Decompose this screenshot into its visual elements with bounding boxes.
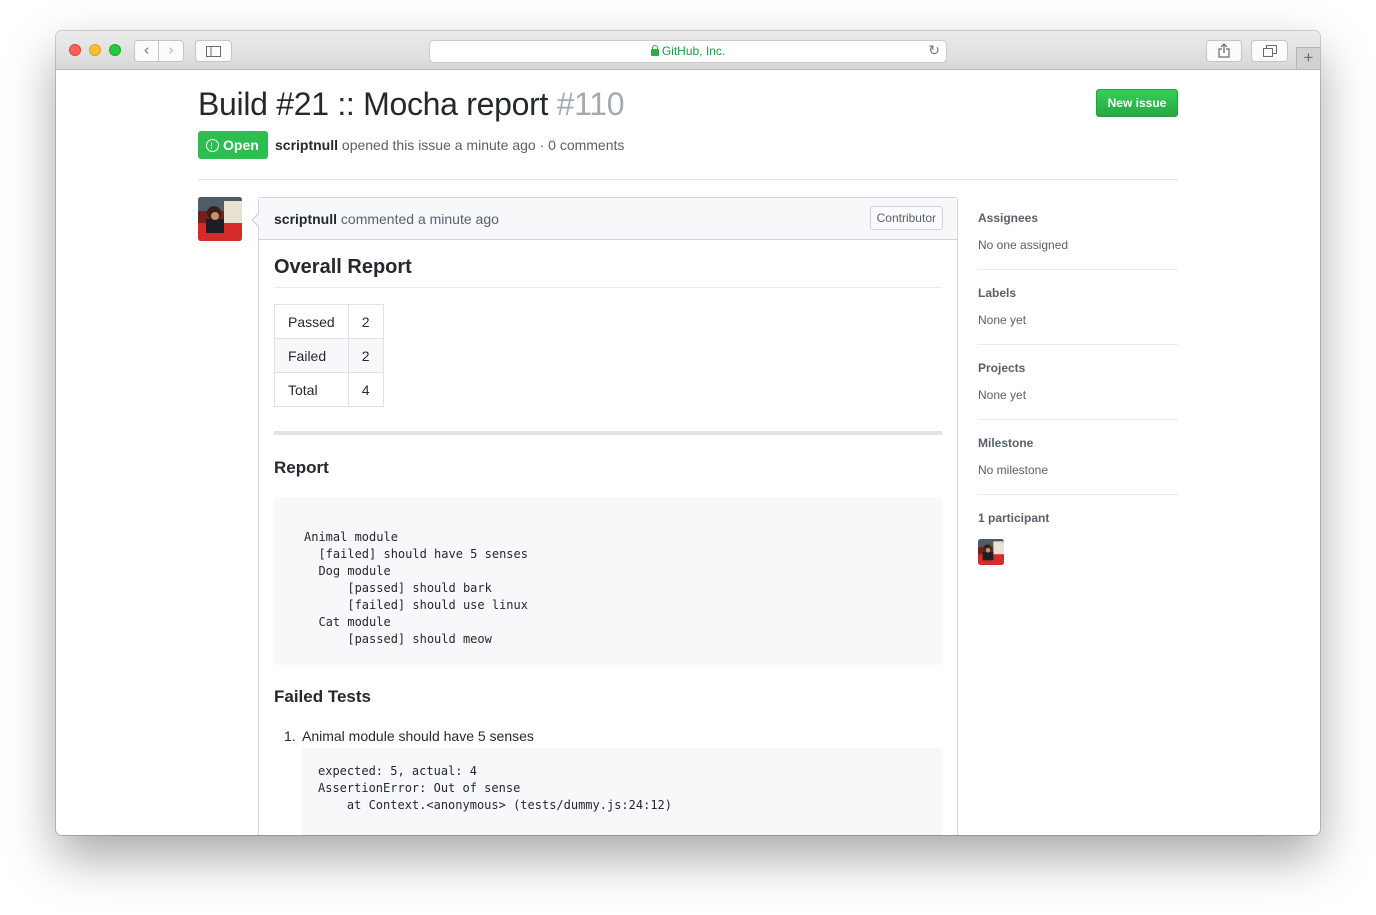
table-cell: Failed [274, 338, 349, 373]
participants-heading: 1 participant [978, 511, 1050, 525]
assignees-heading[interactable]: Assignees [978, 211, 1038, 225]
code-line: AssertionError: Out of sense [318, 781, 521, 795]
failed-test-title: Animal module should have 5 senses [302, 728, 534, 744]
report-code-block: Animal module [failed] should have 5 sen… [274, 497, 942, 665]
projects-section: Projects None yet [978, 347, 1178, 420]
issue-title: Build #21 :: Mocha report #110 [198, 86, 625, 123]
reload-icon[interactable]: ↻ [928, 41, 940, 62]
code-line: [passed] should meow [304, 632, 492, 646]
projects-value: None yet [978, 388, 1027, 402]
new-issue-button[interactable]: New issue [1096, 89, 1178, 117]
list-item: 1. Animal module should have 5 senses [284, 728, 534, 744]
show-tabs-button[interactable] [1251, 40, 1288, 62]
milestone-heading[interactable]: Milestone [978, 436, 1033, 450]
assignees-value: No one assigned [978, 238, 1069, 252]
code-line: [failed] should have 5 senses [304, 547, 528, 561]
tabs-icon [1262, 45, 1277, 57]
plus-icon: + [1303, 48, 1314, 67]
author-avatar[interactable] [198, 197, 242, 241]
code-line: expected: 5, actual: 4 [318, 764, 477, 778]
share-icon [1218, 43, 1230, 58]
issue-meta-text: opened this issue a minute ago · 0 comme… [341, 137, 625, 153]
show-sidebar-button[interactable] [195, 40, 232, 62]
table-cell: Total [274, 372, 349, 407]
participant-avatar[interactable] [978, 539, 1004, 565]
sidebar-icon [206, 46, 221, 57]
labels-section: Labels None yet [978, 272, 1178, 345]
code-line: Animal module [304, 530, 398, 544]
share-button[interactable] [1206, 40, 1242, 62]
issue-state-badge: Open [198, 131, 268, 159]
new-tab-button[interactable]: + [1296, 47, 1320, 69]
code-line: Cat module [304, 615, 391, 629]
list-item-number: 1. [284, 728, 296, 744]
participants-section: 1 participant [978, 497, 1178, 577]
table-cell: 2 [347, 338, 384, 373]
table-row: Failed 2 [274, 338, 384, 373]
failed-tests-heading: Failed Tests [274, 687, 371, 706]
avatar-image [978, 539, 1004, 565]
projects-heading[interactable]: Projects [978, 361, 1025, 375]
comment-meta: scriptnull commented a minute ago [274, 211, 499, 227]
milestone-value: No milestone [978, 463, 1049, 477]
minimize-window-button[interactable] [89, 44, 101, 56]
issue-title-text: Build #21 :: Mocha report [198, 86, 549, 122]
assignees-section: Assignees No one assigned [978, 197, 1178, 270]
labels-heading[interactable]: Labels [978, 286, 1016, 300]
summary-table: Passed 2 Failed 2 Total 4 [274, 304, 384, 407]
issue-author-link[interactable]: scriptnull [275, 137, 338, 153]
close-window-button[interactable] [69, 44, 81, 56]
address-text: GitHub, Inc. [661, 44, 726, 58]
labels-value: None yet [978, 313, 1027, 327]
comment-timestamp[interactable]: commented a minute ago [341, 211, 499, 227]
comment-body: Overall Report Passed 2 Failed 2 Total 4 [274, 256, 942, 835]
zoom-window-button[interactable] [109, 44, 121, 56]
issue-opened-icon [206, 139, 219, 152]
issue-number: #110 [556, 86, 625, 122]
page-content: Build #21 :: Mocha report #110 New issue… [56, 70, 1320, 835]
browser-toolbar: ‹ › GitHub, Inc. ↻ + [56, 31, 1320, 70]
table-row: Passed 2 [274, 304, 384, 339]
browser-window: ‹ › GitHub, Inc. ↻ + Build #21:: Mocha … [56, 31, 1320, 835]
comment-header: scriptnull commented a minute ago Contri… [259, 198, 957, 240]
lock-icon [650, 45, 659, 56]
issue-meta: scriptnull opened this issue a minute ag… [275, 137, 624, 153]
table-cell: 4 [347, 372, 384, 407]
report-heading: Report [274, 458, 329, 477]
code-line: [failed] should use linux [304, 598, 528, 612]
forward-button[interactable]: › [158, 40, 184, 62]
code-line: [passed] should bark [304, 581, 492, 595]
comment-pointer-fill [253, 213, 260, 227]
address-bar[interactable]: GitHub, Inc. ↻ [429, 40, 947, 63]
comment-author-link[interactable]: scriptnull [274, 211, 337, 227]
table-cell: Passed [274, 304, 349, 339]
chevron-right-icon: › [168, 41, 174, 59]
table-row: Total 4 [274, 372, 384, 407]
code-line: Dog module [304, 564, 391, 578]
milestone-section: Milestone No milestone [978, 422, 1178, 495]
table-cell: 2 [347, 304, 384, 339]
comment-container: scriptnull commented a minute ago Contri… [258, 197, 958, 835]
back-button[interactable]: ‹ [134, 40, 159, 62]
contributor-label: Contributor [869, 206, 943, 230]
header-divider [198, 179, 1178, 180]
issue-state-label: Open [223, 137, 259, 153]
code-line: at Context.<anonymous> (tests/dummy.js:2… [318, 798, 673, 812]
error-code-block: expected: 5, actual: 4 AssertionError: O… [302, 748, 942, 835]
avatar-image [198, 197, 242, 241]
chevron-left-icon: ‹ [143, 41, 150, 59]
overall-report-heading: Overall Report [274, 256, 942, 288]
horizontal-rule [274, 431, 942, 435]
